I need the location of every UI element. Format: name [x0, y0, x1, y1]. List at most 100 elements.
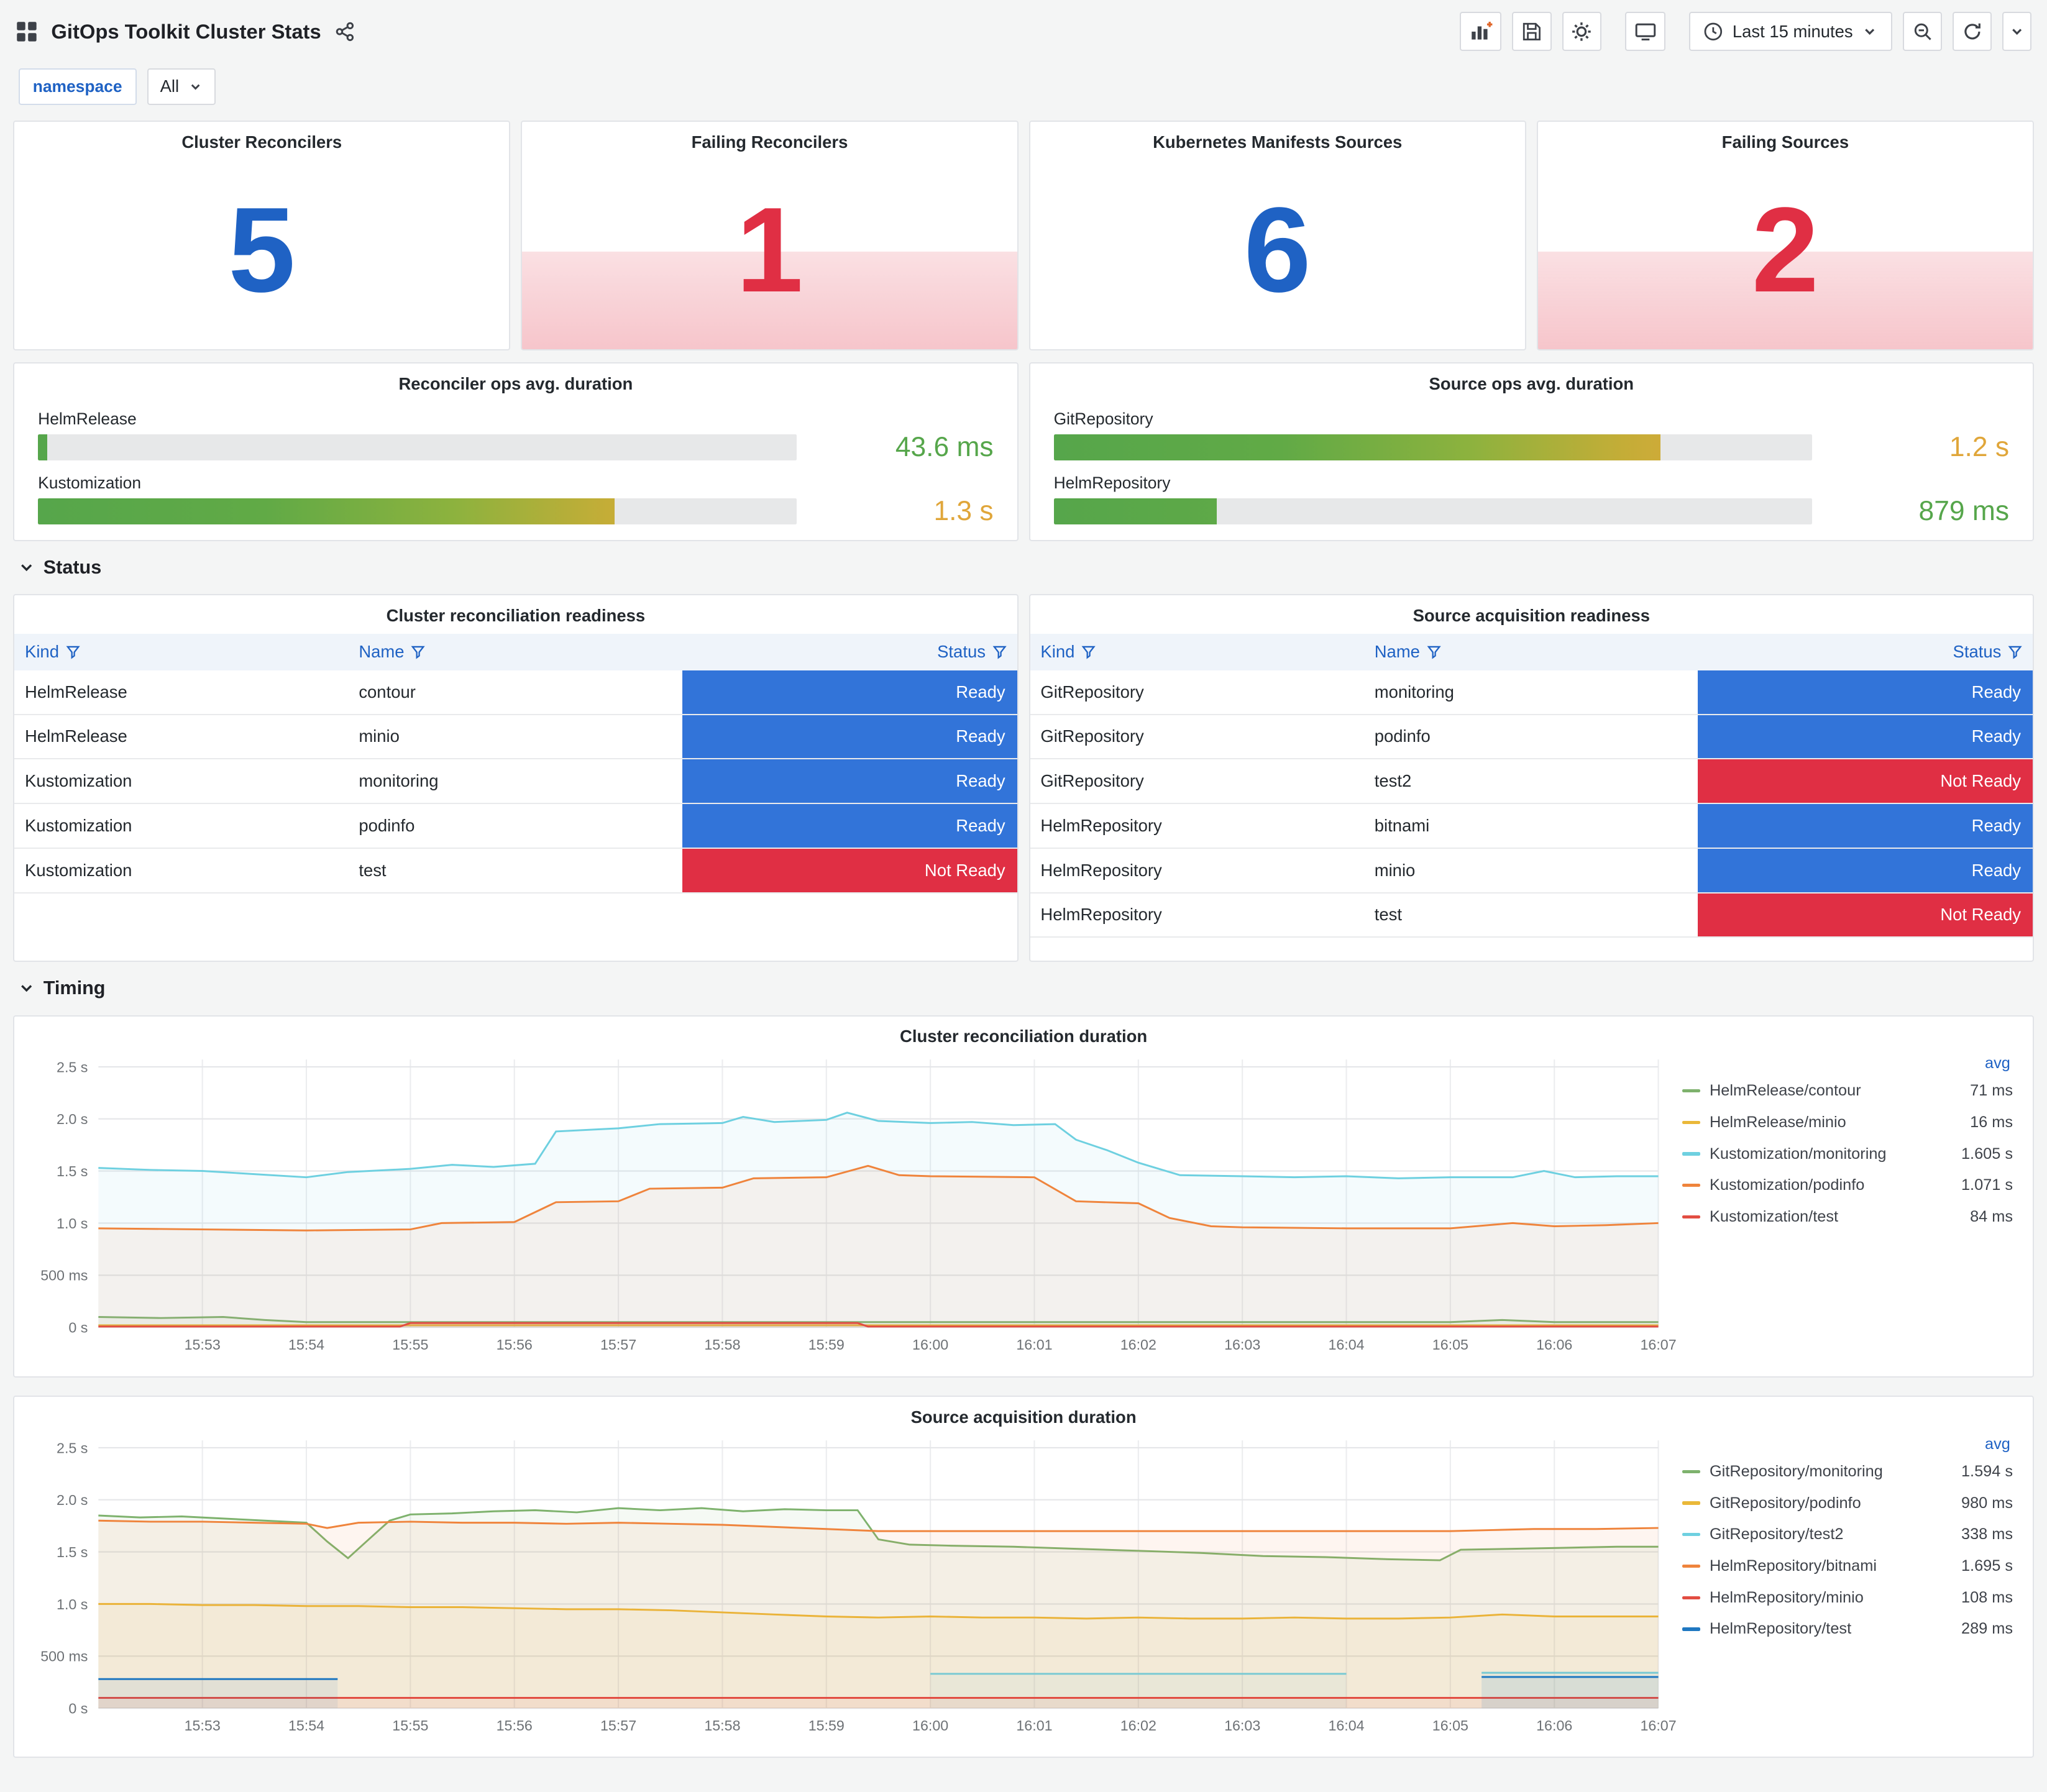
- legend-item[interactable]: HelmRepository/bitnami 1.695 s: [1682, 1550, 2013, 1582]
- legend-item[interactable]: HelmRelease/contour 71 ms: [1682, 1075, 2013, 1107]
- share-icon[interactable]: [334, 21, 355, 42]
- stat-panel: Cluster Reconcilers 5: [13, 121, 511, 351]
- filter-icon[interactable]: [1427, 645, 1441, 659]
- variable-namespace-value[interactable]: All: [147, 68, 216, 106]
- svg-text:15:57: 15:57: [600, 1717, 636, 1734]
- panel-title[interactable]: Cluster reconciliation readiness: [14, 595, 1017, 626]
- bargauge-track: [1053, 434, 1813, 461]
- time-range-picker[interactable]: Last 15 minutes: [1689, 12, 1892, 52]
- kind-cell: HelmRelease: [14, 670, 349, 715]
- svg-text:15:56: 15:56: [497, 1717, 533, 1734]
- panel-title[interactable]: Kubernetes Manifests Sources: [1030, 122, 1525, 152]
- chevron-down-icon: [2012, 29, 2022, 35]
- table-body: GitRepository monitoring Ready GitRepositor…: [1030, 670, 2033, 938]
- status-badge: Ready: [1698, 670, 2033, 714]
- svg-text:15:58: 15:58: [704, 1337, 740, 1353]
- kind-cell: GitRepository: [1030, 759, 1364, 805]
- column-header-kind[interactable]: Kind: [1030, 633, 1364, 670]
- legend-item[interactable]: GitRepository/monitoring 1.594 s: [1682, 1456, 2013, 1488]
- panel-title[interactable]: Cluster reconciliation duration: [25, 1017, 2022, 1047]
- filter-icon[interactable]: [411, 645, 425, 659]
- svg-text:15:53: 15:53: [185, 1337, 221, 1353]
- timeseries-plot[interactable]: 0 s 500 ms 1.0 s 1.5 s 2.0 s 2.5 s 15:53 15:54 1…: [25, 1427, 1682, 1742]
- chart-plot-area: 0 s 500 ms 1.0 s 1.5 s 2.0 s 2.5 s 15:53 15:54 1…: [25, 1046, 1682, 1361]
- bargauge-left: HelmRelease: [38, 409, 797, 461]
- legend-item[interactable]: Kustomization/podinfo 1.071 s: [1682, 1169, 2013, 1201]
- panel-title[interactable]: Source acquisition duration: [25, 1397, 2022, 1427]
- filter-icon[interactable]: [66, 645, 80, 659]
- bargauge-value: 1.2 s: [1949, 431, 2010, 462]
- filter-icon[interactable]: [2008, 645, 2022, 659]
- table-row: HelmRelease contour Ready: [14, 670, 1017, 715]
- kind-cell: HelmRepository: [1030, 803, 1364, 849]
- status-cell: Not Ready: [1698, 892, 2033, 938]
- variable-namespace-label[interactable]: namespace: [18, 68, 137, 106]
- panel-title[interactable]: Cluster Reconcilers: [14, 122, 509, 152]
- svg-text:16:02: 16:02: [1120, 1337, 1156, 1353]
- stat-panel: Kubernetes Manifests Sources 6: [1028, 121, 1526, 351]
- svg-text:16:00: 16:00: [912, 1337, 948, 1353]
- bargauge-left: GitRepository: [1053, 409, 1813, 461]
- column-header-kind[interactable]: Kind: [14, 633, 349, 670]
- dashboard-settings-button[interactable]: [1562, 12, 1601, 52]
- svg-text:1.0 s: 1.0 s: [57, 1596, 88, 1612]
- legend-item[interactable]: Kustomization/monitoring 1.605 s: [1682, 1138, 2013, 1170]
- clock-icon: [1704, 22, 1723, 40]
- table-row: HelmRelease minio Ready: [14, 714, 1017, 760]
- status-badge: Ready: [682, 670, 1017, 714]
- filter-icon[interactable]: [992, 645, 1007, 659]
- panel-title[interactable]: Failing Reconcilers: [522, 122, 1017, 152]
- legend-item[interactable]: GitRepository/podinfo 980 ms: [1682, 1488, 2013, 1519]
- bargauge-row: GitRepository 1.2 s: [1053, 409, 2010, 462]
- svg-text:16:03: 16:03: [1224, 1717, 1260, 1734]
- panel-title[interactable]: Source ops avg. duration: [1054, 363, 2009, 394]
- legend-series-name: HelmRelease/minio: [1709, 1113, 1846, 1131]
- bargauge-panel: Reconciler ops avg. duration HelmRelease 4…: [13, 362, 1019, 541]
- column-header-status[interactable]: Status: [1698, 633, 2033, 670]
- section-timing[interactable]: Timing: [19, 977, 2031, 999]
- table-body: HelmRelease contour Ready HelmRelease minio R…: [14, 670, 1017, 894]
- legend-item[interactable]: Kustomization/test 84 ms: [1682, 1201, 2013, 1233]
- legend-item[interactable]: HelmRepository/test 289 ms: [1682, 1614, 2013, 1645]
- svg-text:16:04: 16:04: [1328, 1717, 1364, 1734]
- column-header-status[interactable]: Status: [682, 633, 1017, 670]
- svg-text:2.5 s: 2.5 s: [57, 1440, 88, 1456]
- status-cell: Ready: [682, 714, 1017, 760]
- charts: Cluster reconciliation duration 0 s 500 ms…: [13, 1015, 2035, 1758]
- status-cell: Not Ready: [1698, 759, 2033, 805]
- legend-series-name: GitRepository/monitoring: [1709, 1462, 1883, 1480]
- svg-text:16:03: 16:03: [1224, 1337, 1260, 1353]
- refresh-button[interactable]: [1953, 12, 1992, 52]
- add-panel-button[interactable]: [1460, 12, 1502, 52]
- cycle-view-mode-button[interactable]: [1624, 12, 1666, 52]
- status-badge: Ready: [682, 804, 1017, 848]
- svg-text:15:59: 15:59: [808, 1717, 845, 1734]
- column-header-name[interactable]: Name: [1363, 633, 1698, 670]
- section-status[interactable]: Status: [19, 557, 2031, 578]
- timeseries-plot[interactable]: 0 s 500 ms 1.0 s 1.5 s 2.0 s 2.5 s 15:53 15:54 1…: [25, 1046, 1682, 1361]
- header-toolbar: Last 15 minutes: [1460, 12, 2031, 52]
- apps-grid-icon[interactable]: [16, 21, 38, 43]
- kind-cell: GitRepository: [1030, 714, 1364, 760]
- panel-title[interactable]: Failing Sources: [1538, 122, 2033, 152]
- filter-icon[interactable]: [1081, 645, 1096, 659]
- time-range-label: Last 15 minutes: [1732, 21, 1853, 41]
- legend-item[interactable]: HelmRelease/minio 16 ms: [1682, 1107, 2013, 1138]
- bargauge-fill-clip: [1053, 498, 1217, 524]
- legend-item[interactable]: GitRepository/test2 338 ms: [1682, 1519, 2013, 1550]
- svg-text:16:05: 16:05: [1432, 1717, 1468, 1734]
- status-cell: Ready: [682, 759, 1017, 805]
- svg-text:15:57: 15:57: [600, 1337, 636, 1353]
- dashboard-root: GitOps Toolkit Cluster Stats Last 15 min…: [0, 0, 2047, 1792]
- svg-text:16:02: 16:02: [1120, 1717, 1156, 1734]
- column-header-name[interactable]: Name: [348, 633, 682, 670]
- kind-cell: GitRepository: [1030, 670, 1364, 715]
- panel-title[interactable]: Source acquisition readiness: [1030, 595, 2033, 626]
- panel-title[interactable]: Reconciler ops avg. duration: [38, 363, 993, 394]
- legend-series-name: Kustomization/test: [1709, 1207, 1839, 1225]
- refresh-interval-dropdown[interactable]: [2002, 12, 2031, 52]
- legend-item[interactable]: HelmRepository/minio 108 ms: [1682, 1582, 2013, 1614]
- legend-series-name: HelmRepository/test: [1709, 1620, 1852, 1638]
- save-dashboard-button[interactable]: [1512, 12, 1552, 52]
- zoom-out-button[interactable]: [1902, 12, 1943, 52]
